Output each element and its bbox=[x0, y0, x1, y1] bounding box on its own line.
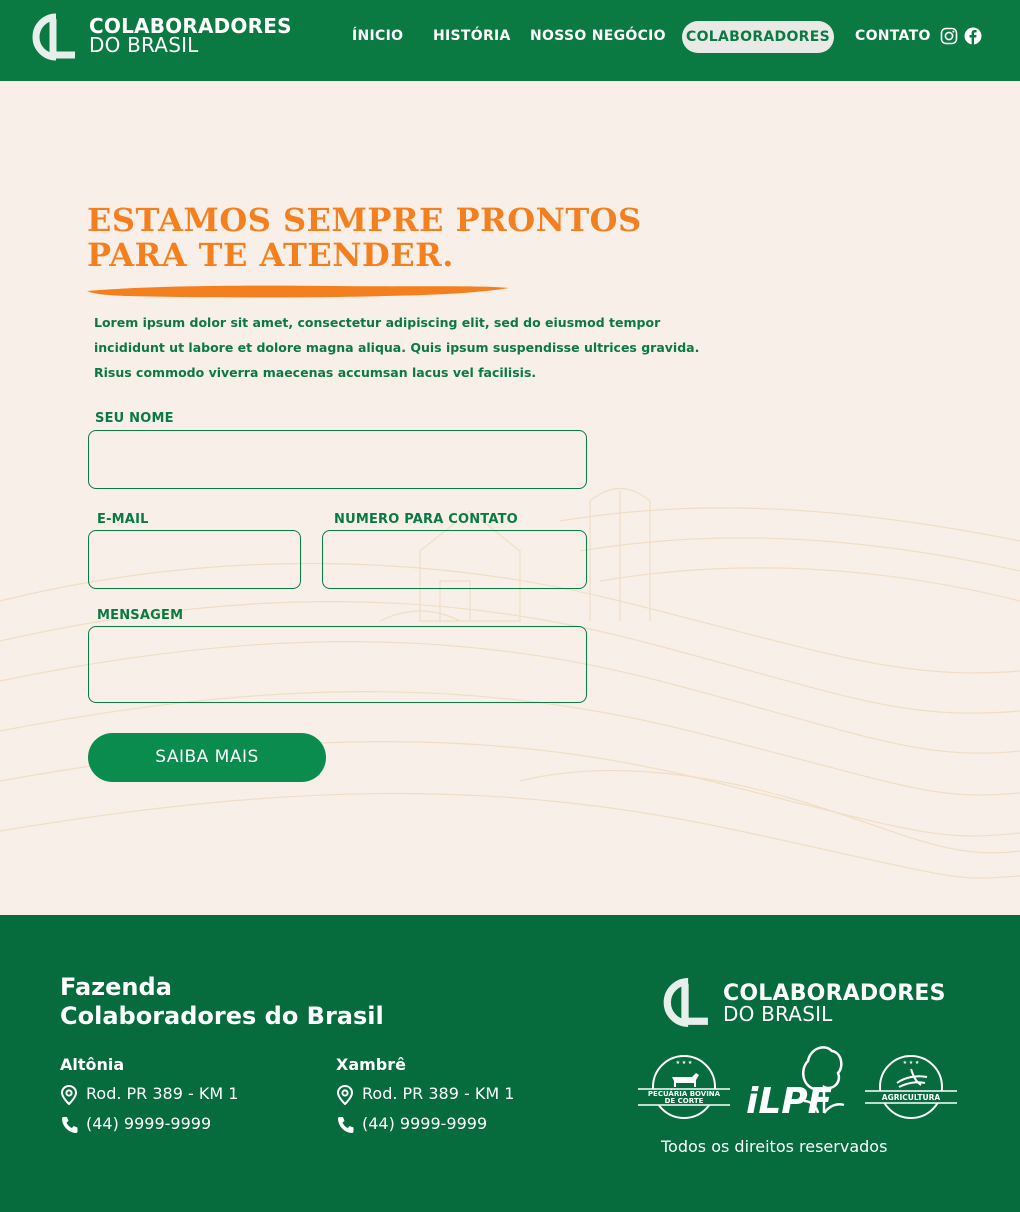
agriculture-badge-icon: AGRICULTURA ★ ★ ★ bbox=[865, 1055, 957, 1119]
address-row: Rod. PR 389 - KM 1 bbox=[336, 1084, 576, 1114]
farm-title-line-2: Colaboradores do Brasil bbox=[60, 1002, 384, 1030]
farm-title-line-1: Fazenda bbox=[60, 973, 172, 1001]
nav-historia[interactable]: HISTÓRIA bbox=[433, 28, 511, 44]
phone-icon bbox=[62, 1117, 78, 1133]
location-xambre: Xambrê Rod. PR 389 - KM 1 (44) 9999-9999 bbox=[336, 1055, 576, 1144]
copyright-text: Todos os direitos reservados bbox=[661, 1137, 888, 1156]
message-textarea[interactable] bbox=[88, 626, 587, 703]
intro-line-3: Risus commodo viverra maecenas accumsan … bbox=[94, 365, 537, 380]
location-name: Altônia bbox=[60, 1055, 125, 1074]
contact-section: ESTAMOS SEMPRE PRONTOS PARA TE ATENDER. … bbox=[0, 81, 1020, 915]
farm-title: Fazenda Colaboradores do Brasil bbox=[60, 973, 384, 1031]
ilpf-text: iLPF bbox=[746, 1081, 833, 1119]
site-footer: Fazenda Colaboradores do Brasil Altônia … bbox=[0, 915, 1020, 1212]
address-row: Rod. PR 389 - KM 1 bbox=[60, 1084, 300, 1114]
address-text: Rod. PR 389 - KM 1 bbox=[362, 1084, 515, 1103]
heading-line-2: PARA TE ATENDER. bbox=[87, 236, 454, 274]
map-pin-icon bbox=[60, 1085, 78, 1105]
ilpf-badge-icon: iLPF bbox=[746, 1046, 845, 1119]
brand-line-1: COLABORADORES bbox=[723, 981, 946, 1006]
brand-name: COLABORADORES DO BRASIL bbox=[89, 16, 292, 57]
message-label: MENSAGEM bbox=[97, 608, 184, 623]
submit-button[interactable]: SAIBA MAIS bbox=[88, 733, 326, 782]
phone-input[interactable] bbox=[322, 530, 587, 589]
brand-line-2: DO BRASIL bbox=[723, 1002, 833, 1026]
phone-label: NUMERO PARA CONTATO bbox=[334, 512, 518, 527]
phone-row: (44) 9999-9999 bbox=[60, 1114, 300, 1144]
phone-icon bbox=[338, 1117, 354, 1133]
heading-line-1: ESTAMOS SEMPRE PRONTOS bbox=[87, 201, 642, 239]
cattle-badge-icon: PECUÁRIA BOVINA DE CORTE ★ ★ ★ bbox=[638, 1055, 730, 1119]
nav-contato[interactable]: CONTATO bbox=[855, 28, 931, 44]
footer-brand-logo[interactable]: COLABORADORES DO BRASIL bbox=[660, 977, 950, 1031]
instagram-icon[interactable] bbox=[940, 27, 958, 45]
name-input[interactable] bbox=[88, 430, 587, 489]
badge-text-2: DE CORTE bbox=[665, 1097, 704, 1105]
location-altonia: Altônia Rod. PR 389 - KM 1 (44) 9999-999… bbox=[60, 1055, 300, 1144]
phone-row: (44) 9999-9999 bbox=[336, 1114, 576, 1144]
address-text: Rod. PR 389 - KM 1 bbox=[86, 1084, 239, 1103]
intro-line-2: incididunt ut labore et dolore magna ali… bbox=[94, 340, 700, 355]
phone-text[interactable]: (44) 9999-9999 bbox=[362, 1114, 487, 1133]
facebook-icon[interactable] bbox=[964, 27, 982, 45]
phone-text[interactable]: (44) 9999-9999 bbox=[86, 1114, 211, 1133]
name-label: SEU NOME bbox=[95, 411, 174, 426]
cl-logo-icon bbox=[663, 978, 708, 1027]
nav-inicio[interactable]: ÍNICIO bbox=[352, 28, 403, 44]
nav-colaboradores[interactable]: COLABORADORES bbox=[682, 21, 834, 53]
contact-heading: ESTAMOS SEMPRE PRONTOS PARA TE ATENDER. bbox=[87, 201, 642, 274]
orange-brush-underline bbox=[87, 285, 509, 298]
svg-text:★ ★ ★: ★ ★ ★ bbox=[903, 1060, 920, 1066]
map-pin-icon bbox=[336, 1085, 354, 1105]
brand-line-2: DO BRASIL bbox=[89, 33, 199, 57]
agriculture-text: AGRICULTURA bbox=[882, 1093, 941, 1102]
brand-logo[interactable]: COLABORADORES DO BRASIL bbox=[29, 13, 292, 63]
location-name: Xambrê bbox=[336, 1055, 406, 1074]
svg-text:★ ★ ★: ★ ★ ★ bbox=[676, 1060, 693, 1066]
email-input[interactable] bbox=[88, 530, 301, 589]
intro-line-1: Lorem ipsum dolor sit amet, consectetur … bbox=[94, 315, 661, 330]
intro-text: Lorem ipsum dolor sit amet, consectetur … bbox=[94, 310, 700, 385]
email-label: E-MAIL bbox=[97, 512, 149, 527]
site-header: COLABORADORES DO BRASIL ÍNICIO HISTÓRIA … bbox=[0, 0, 1020, 81]
cl-logo-icon bbox=[32, 13, 75, 61]
brand-name: COLABORADORES DO BRASIL bbox=[723, 983, 946, 1025]
nav-nosso-negocio[interactable]: NOSSO NEGÓCIO bbox=[530, 28, 666, 44]
